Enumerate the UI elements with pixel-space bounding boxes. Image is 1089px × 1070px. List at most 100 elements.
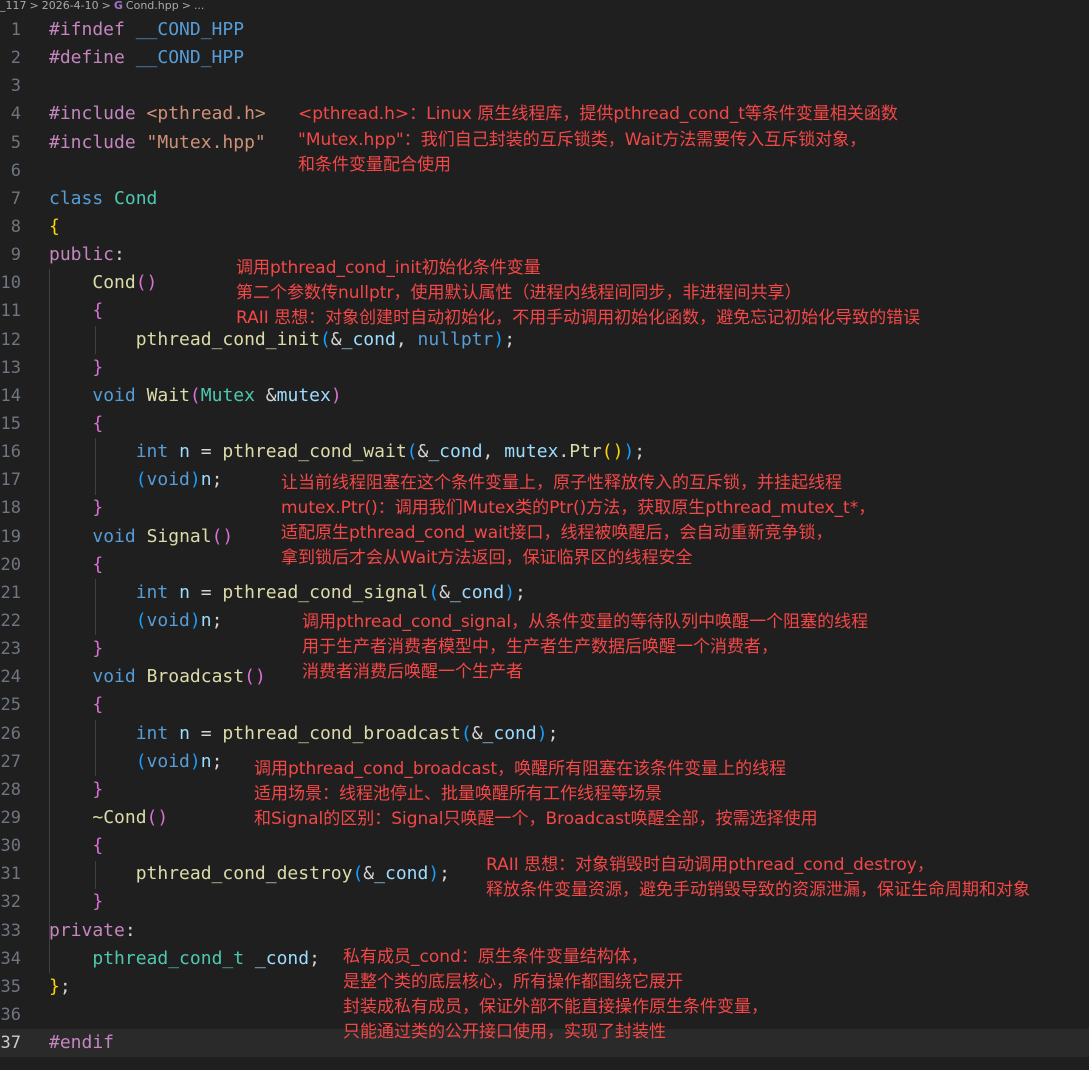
code-token: int	[135, 441, 169, 463]
code-token: mutex	[276, 384, 331, 406]
code-text: int n = pthread_cond_signal(&_cond);	[49, 579, 526, 607]
code-token: <pthread.h>	[146, 103, 266, 125]
code-token: mutex	[504, 441, 559, 463]
code-text: }	[49, 888, 103, 916]
code-token: #include	[49, 103, 136, 125]
breadcrumb-item[interactable]: ...	[194, 0, 205, 12]
cpp-file-icon[interactable]: G	[114, 0, 123, 12]
code-line[interactable]: 33 private:	[0, 917, 1089, 945]
code-token: :	[124, 919, 136, 941]
code-text: (void)n;	[49, 748, 223, 776]
code-token: "Mutex.hpp"	[146, 131, 266, 153]
code-token: void	[146, 750, 190, 772]
code-line[interactable]: 13 }	[0, 354, 1089, 382]
code-text: public:	[49, 241, 125, 269]
code-token: int	[135, 581, 169, 603]
code-token: (	[135, 469, 147, 491]
breadcrumb-item[interactable]: _117	[0, 0, 27, 12]
code-token: }	[92, 356, 104, 378]
code-token: ()	[135, 272, 158, 294]
code-token: )	[493, 328, 505, 350]
code-token: }	[92, 891, 104, 913]
code-token: Ptr	[569, 441, 602, 463]
code-line[interactable]: 8{	[0, 213, 1089, 241]
code-token: _cond	[341, 328, 396, 350]
code-token: .	[558, 441, 570, 463]
code-line[interactable]: 15 {	[0, 410, 1089, 438]
line-number: 6	[10, 160, 21, 181]
code-line[interactable]: 7 class Cond	[0, 185, 1089, 213]
line-number: 8	[10, 216, 21, 237]
code-text: #endif	[49, 1029, 114, 1057]
indent-guide	[95, 438, 96, 495]
code-token: private	[49, 919, 125, 941]
code-token: void	[92, 384, 136, 406]
annotation-pthread-include: <pthread.h>：Linux 原生线程库，提供pthread_cond_t…	[298, 104, 898, 124]
code-token: &	[363, 863, 375, 885]
code-text: ~Cond()	[49, 804, 168, 832]
line-number: 16	[0, 442, 21, 463]
code-token: #include	[49, 131, 136, 153]
code-token: {	[92, 694, 104, 716]
line-number: 9	[10, 245, 21, 266]
code-line[interactable]: 25 {	[0, 691, 1089, 719]
line-number: 5	[10, 132, 21, 153]
line-number: 2	[10, 48, 21, 69]
code-line[interactable]: 14 void Wait(Mutex &mutex)	[0, 382, 1089, 410]
code-line[interactable]: 21 int n = pthread_cond_signal(&_cond);	[0, 579, 1089, 607]
breadcrumb-item[interactable]: Cond.hpp	[126, 0, 179, 12]
code-text: {	[49, 832, 103, 860]
code-token: n	[179, 441, 190, 463]
breadcrumb[interactable]: _117 >2026-4-10 > G Cond.hpp >...	[0, 0, 1089, 14]
line-number: 28	[0, 779, 21, 800]
code-token: __COND_HPP	[135, 19, 245, 40]
code-token: )	[189, 469, 201, 491]
line-number: 1	[10, 20, 21, 40]
line-number: 23	[0, 639, 21, 660]
code-token: _cond	[254, 947, 310, 969]
code-text: }	[49, 354, 103, 382]
code-line[interactable]: 3	[0, 72, 1089, 100]
code-token: ;	[515, 581, 526, 603]
breadcrumb-item[interactable]: 2026-4-10	[42, 0, 99, 12]
code-line[interactable]: 26 int n = pthread_cond_broadcast(&_cond…	[0, 720, 1089, 748]
code-token: ;	[211, 750, 223, 772]
code-token: Signal	[146, 525, 212, 547]
code-token: ()	[601, 441, 624, 463]
code-token: n	[179, 581, 190, 603]
code-line[interactable]: 2 #define __COND_HPP	[0, 44, 1089, 72]
code-token: =	[189, 581, 223, 603]
code-token: ()	[211, 525, 234, 547]
code-token: &	[417, 441, 429, 463]
code-token: ()	[146, 806, 169, 828]
code-token: int	[135, 722, 169, 744]
code-token: (	[460, 722, 472, 744]
code-token: (	[352, 863, 364, 885]
code-token: Wait	[146, 384, 190, 406]
code-token: #ifndef	[49, 19, 125, 40]
code-line[interactable]: 16 int n = pthread_cond_wait(&_cond, mut…	[0, 438, 1089, 466]
code-token: _cond	[374, 863, 429, 885]
code-token: Cond	[114, 187, 158, 209]
code-token: #endif	[49, 1032, 115, 1054]
code-token: :	[114, 244, 125, 266]
annotation-mutex-include: "Mutex.hpp"：我们自己封装的互斥锁类，Wait方法需要传入互斥锁对象，…	[298, 130, 867, 175]
line-number: 21	[0, 582, 21, 603]
code-line[interactable]: 1 #ifndef __COND_HPP	[0, 16, 1089, 44]
code-token: ,	[395, 328, 418, 350]
breadcrumb-separator: >	[101, 0, 111, 12]
code-text: void Signal()	[49, 523, 233, 551]
breadcrumb-separator: >	[181, 0, 191, 12]
code-text: class Cond	[49, 185, 157, 213]
